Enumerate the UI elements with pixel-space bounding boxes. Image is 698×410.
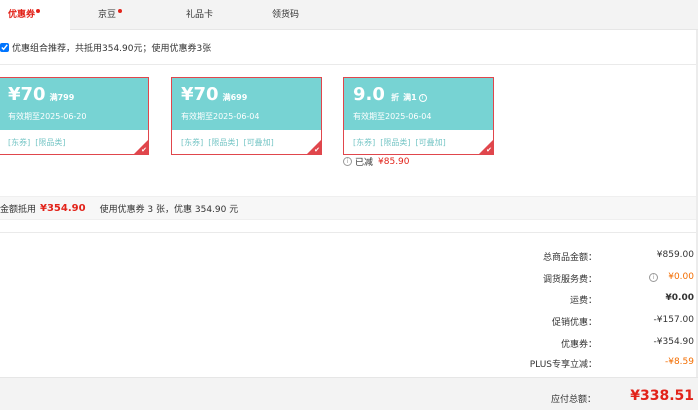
coupon-amount: 9.0 (353, 84, 385, 105)
tab-gift-card[interactable]: 礼品卡 (186, 0, 213, 30)
price-label: 总商品金额： (542, 253, 597, 263)
summary-description: 使用优惠券 3 张，优惠 354.90 元 (99, 204, 239, 215)
tab-jingdou[interactable]: 京豆 (98, 0, 122, 30)
info-icon[interactable]: i (418, 94, 427, 102)
coupon-validity: 有效期至2025-06-04 (181, 112, 260, 121)
price-row-coupon: 优惠券： -¥354.90 (420, 337, 694, 351)
summary-amount: ¥354.90 (40, 202, 86, 214)
checkmark-icon: ✔ (314, 146, 320, 154)
price-label: PLUS专享立减： (529, 360, 597, 370)
price-value: ¥0.00 (668, 272, 694, 282)
coupon-tag: [可叠加] (415, 138, 446, 147)
tab-label: 优惠券 (8, 10, 36, 20)
checkmark-icon: ✔ (486, 146, 492, 154)
coupon-tag: [东券] (353, 138, 376, 147)
divider (0, 64, 698, 65)
coupon-tag: [东券] (8, 138, 31, 147)
coupon-tags: [东券] [限品类] (8, 137, 71, 148)
total-bar: 应付总额： ¥338.51 (0, 377, 698, 410)
tab-label: 京豆 (98, 10, 117, 20)
tab-label: 领货码 (272, 10, 300, 20)
price-row-service-fee: 调货服务费： i ¥0.00 (420, 272, 694, 286)
price-row-goods-total: 总商品金额： ¥859.00 (420, 250, 694, 264)
total-label: 应付总额： (550, 395, 596, 405)
coupon-condition: 满1 (403, 93, 417, 102)
recommend-checkbox[interactable] (0, 42, 9, 52)
coupon-amount: ¥70 (181, 84, 219, 105)
saved-label: 已减 (355, 158, 374, 168)
divider (0, 232, 698, 233)
coupon-amount-line: 9.0 折满1 i (353, 84, 427, 109)
coupon-unit: 折 (391, 93, 400, 102)
coupon-tab-bar: 优惠券 京豆 礼品卡 领货码 (0, 0, 698, 31)
price-row-plus-discount: PLUS专享立减： -¥8.59 (420, 357, 694, 371)
total-amount: ¥338.51 (630, 388, 694, 404)
checkmark-icon: ✔ (141, 146, 147, 154)
coupon-validity: 有效期至2025-06-04 (353, 112, 432, 121)
price-label: 调货服务费： (542, 275, 597, 285)
price-value: ¥859.00 (656, 250, 694, 260)
coupon-tag: [限品类] (35, 138, 66, 147)
price-label: 运费： (569, 296, 597, 306)
coupon-header: ¥70 满799 有效期至2025-06-20 (0, 78, 148, 130)
recommend-text: 优惠组合推荐，共抵用354.90元；使用优惠券3张 (12, 43, 212, 54)
coupon-summary-bar: 金额抵用 ¥354.90 使用优惠券 3 张，优惠 354.90 元 (0, 196, 698, 220)
tab-coupons[interactable]: 优惠券 (0, 0, 70, 31)
coupon-card[interactable]: 9.0 折满1 i 有效期至2025-06-04 [东券] [限品类] [可叠加] ✔ (343, 77, 494, 155)
coupon-amount-line: ¥70 满699 (181, 84, 247, 109)
notification-dot (118, 9, 122, 13)
saved-amount: ¥85.90 (378, 156, 410, 167)
coupon-amount-line: ¥70 满799 (8, 84, 74, 109)
price-value: -¥354.90 (653, 337, 694, 347)
price-value: ¥0.00 (665, 293, 694, 303)
notification-dot (36, 9, 40, 13)
info-icon[interactable]: i (649, 273, 658, 282)
coupon-condition: 满699 (222, 93, 248, 102)
coupon-tag: [可叠加] (243, 138, 274, 147)
coupon-tags: [东券] [限品类] [可叠加] (353, 137, 451, 148)
coupon-tag: [东券] (181, 138, 204, 147)
coupon-tag: [限品类] (380, 138, 411, 147)
price-label: 促销优惠： (551, 318, 597, 328)
coupon-header: 9.0 折满1 i 有效期至2025-06-04 (344, 78, 493, 130)
price-label: 优惠券： (560, 340, 597, 350)
coupon-amount: ¥70 (8, 84, 46, 105)
coupon-tags: [东券] [限品类] [可叠加] (181, 137, 279, 148)
coupon-card[interactable]: ¥70 满799 有效期至2025-06-20 [东券] [限品类] ✔ (0, 77, 149, 155)
discount-saved: i 已减 ¥85.90 (343, 155, 410, 168)
tab-label: 礼品卡 (186, 10, 214, 20)
coupon-validity: 有效期至2025-06-20 (8, 112, 87, 121)
price-value: -¥157.00 (653, 315, 694, 325)
coupon-card[interactable]: ¥70 满699 有效期至2025-06-04 [东券] [限品类] [可叠加] ✔ (171, 77, 322, 155)
coupon-tag: [限品类] (208, 138, 239, 147)
recommend-combination[interactable]: 优惠组合推荐，共抵用354.90元；使用优惠券3张 (0, 40, 211, 54)
price-row-shipping: 运费： ¥0.00 (420, 293, 694, 307)
coupon-header: ¥70 满699 有效期至2025-06-04 (172, 78, 321, 130)
tab-redeem-code[interactable]: 领货码 (272, 0, 299, 30)
price-value: -¥8.59 (664, 357, 694, 367)
info-icon[interactable]: i (343, 157, 352, 166)
coupon-condition: 满799 (49, 93, 75, 102)
price-row-promotion: 促销优惠： -¥157.00 (420, 315, 694, 329)
summary-label: 金额抵用 (0, 204, 37, 215)
